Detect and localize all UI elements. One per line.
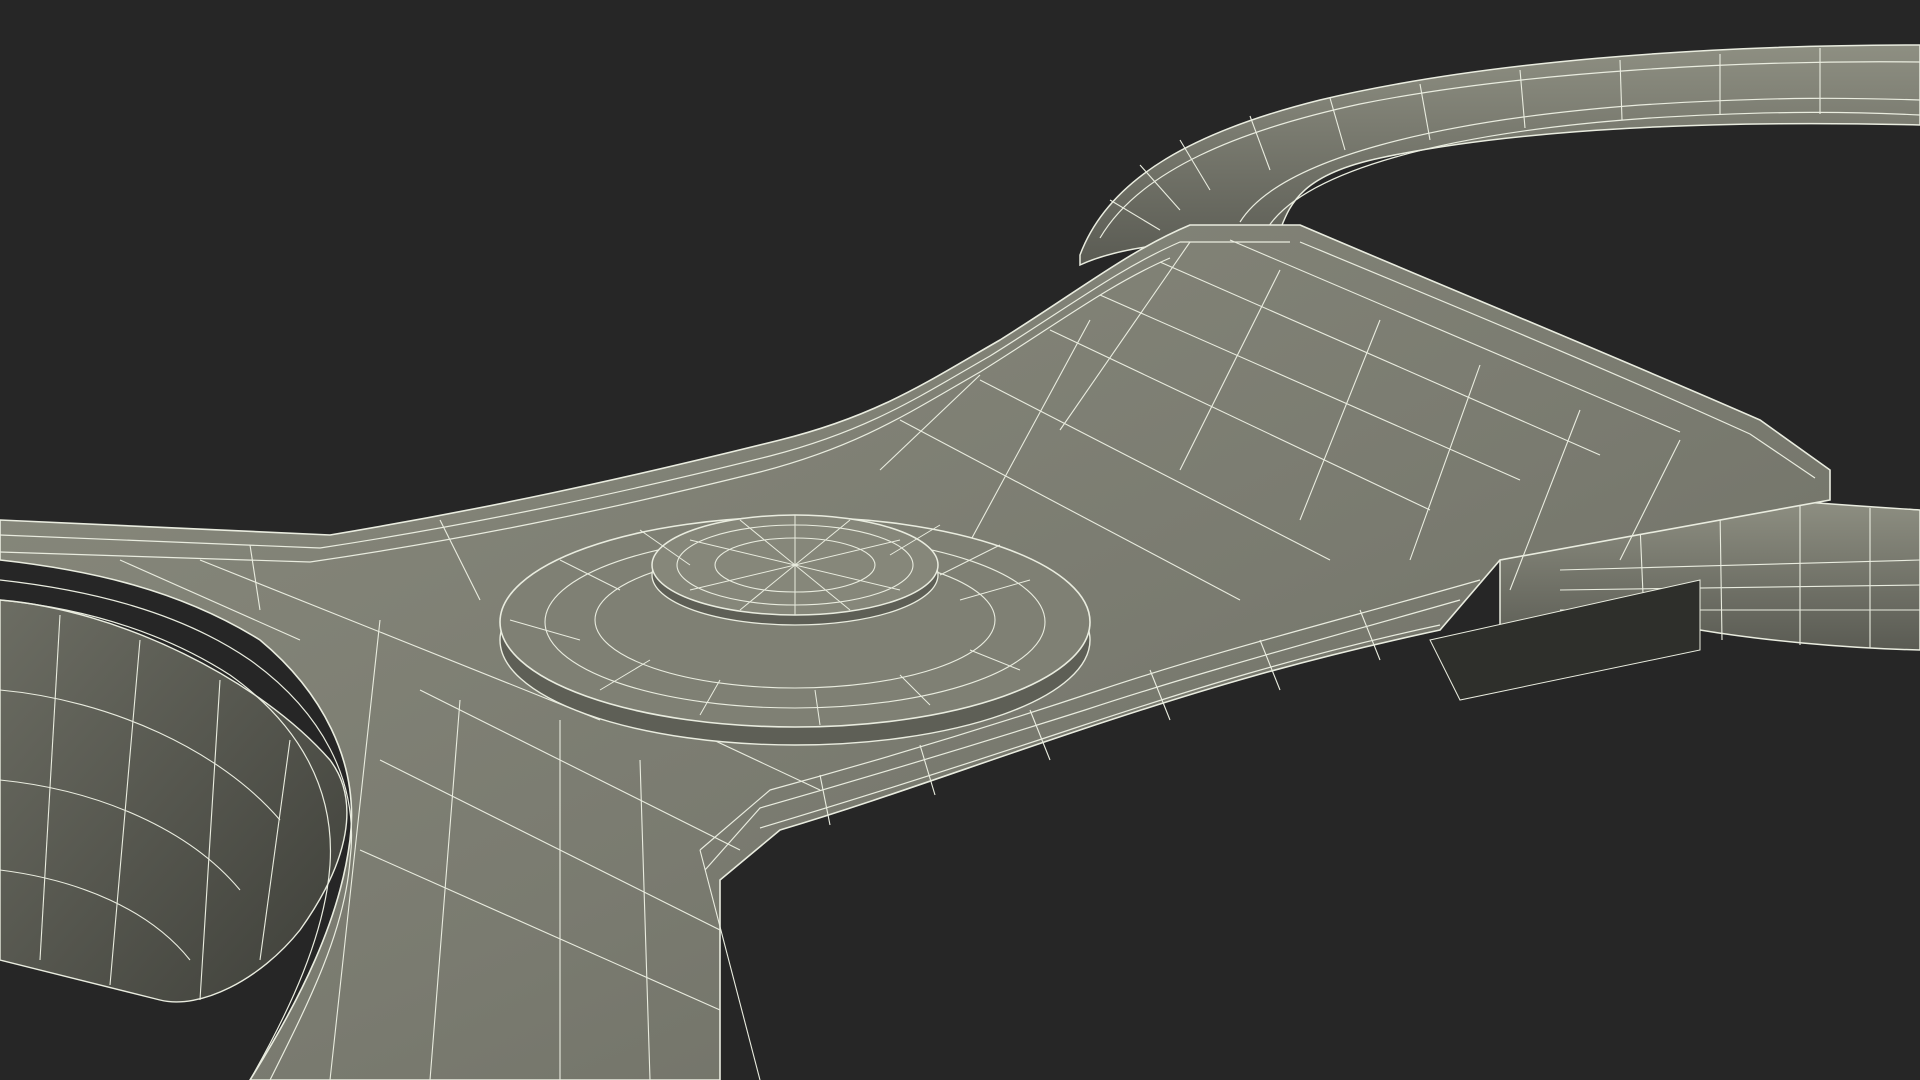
render-viewport: [0, 0, 1920, 1080]
wireframe-render: [0, 0, 1920, 1080]
center-boss: [499, 514, 1091, 746]
